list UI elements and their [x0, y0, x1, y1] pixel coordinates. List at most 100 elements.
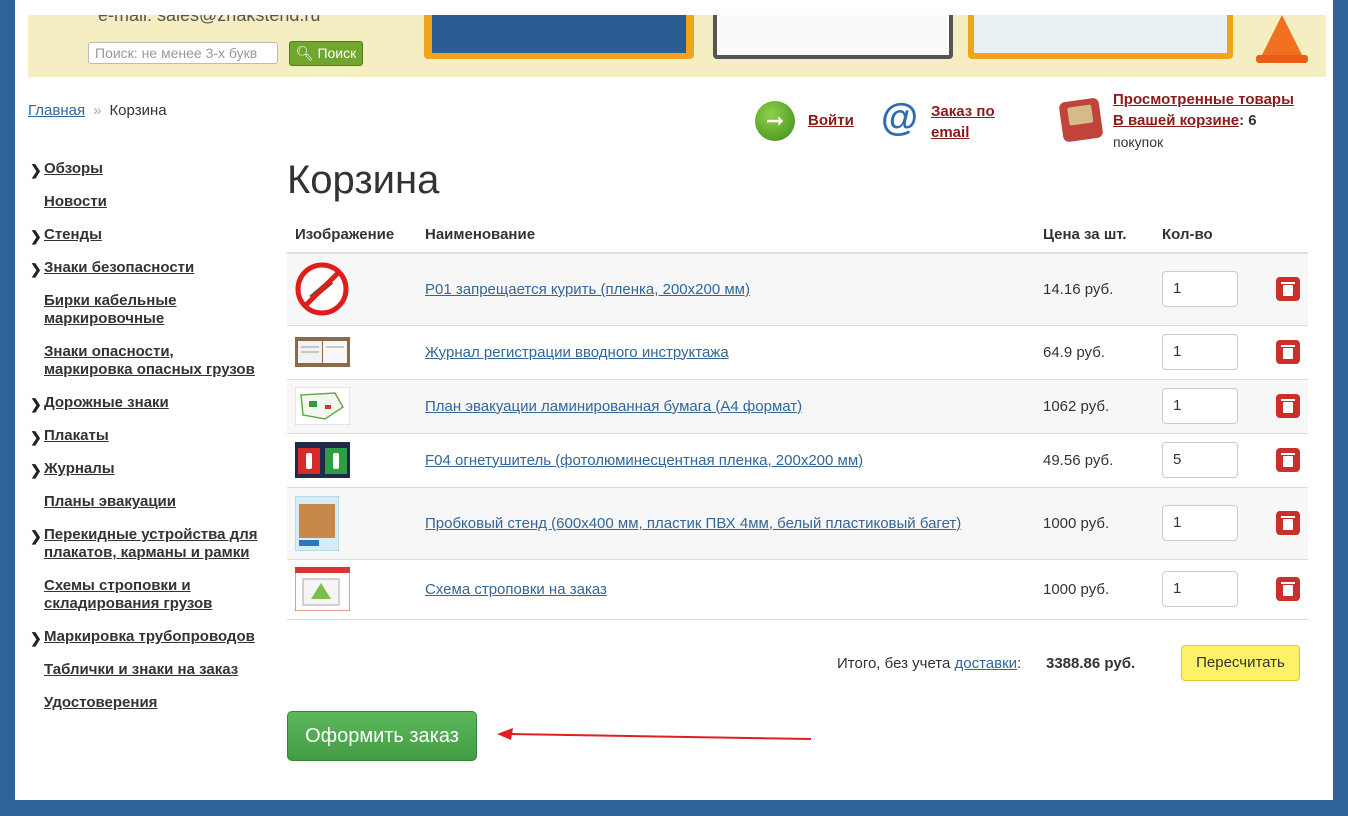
cart-purchases-label: покупок [1113, 134, 1164, 150]
chevron-right-icon: ❯ [30, 630, 42, 646]
row-thumb-cell [287, 486, 417, 559]
sidebar-item-hazard-signs[interactable]: Знаки опасности, маркировка опасных груз… [28, 343, 258, 379]
sidebar-item-news[interactable]: Новости [28, 193, 258, 211]
viewed-products-link[interactable]: Просмотренные товары [1113, 91, 1294, 108]
col-price: Цена за шт. [1035, 216, 1154, 254]
row-thumb-cell [287, 252, 417, 325]
cart-box-icon[interactable] [1058, 97, 1104, 143]
row-thumb-cell [287, 378, 417, 433]
sidebar-item-safety-signs[interactable]: ❯ Знаки безопасности [28, 259, 258, 277]
row-qty-cell: 5 [1154, 432, 1250, 487]
row-thumb-cell [287, 432, 417, 487]
sidebar-item-label[interactable]: Таблички и знаки на заказ [44, 661, 258, 679]
col-delete [1250, 216, 1308, 254]
row-name-cell: Пробковый стенд (600х400 мм, пластик ПВХ… [417, 486, 1035, 559]
product-link[interactable]: F04 огнетушитель (фотолюминесцентная пле… [425, 452, 863, 469]
product-link[interactable]: Р01 запрещается курить (пленка, 200х200 … [425, 281, 750, 298]
chevron-right-icon: ❯ [30, 462, 42, 478]
row-price: 1062 руб. [1035, 378, 1154, 433]
checkout-button[interactable]: Оформить заказ [287, 711, 477, 761]
row-qty-cell: 1 [1154, 558, 1250, 620]
trash-icon[interactable] [1276, 394, 1300, 418]
journal-thumb[interactable] [295, 337, 350, 367]
total-prefix: Итого, без учета [837, 655, 955, 672]
sidebar-item-label[interactable]: Удостоверения [44, 694, 258, 712]
sling-scheme-thumb[interactable] [295, 567, 350, 611]
row-name-cell: F04 огнетушитель (фотолюминесцентная пле… [417, 432, 1035, 487]
in-cart-link[interactable]: В вашей корзине [1113, 112, 1239, 129]
col-image: Изображение [287, 216, 417, 254]
evac-plan-thumb[interactable] [295, 387, 350, 425]
product-link[interactable]: План эвакуации ламинированная бумага (А4… [425, 398, 802, 415]
cart-table: Изображение Наименование Цена за шт. Кол… [287, 216, 1308, 620]
breadcrumb-separator: » [93, 102, 102, 119]
sidebar-item-label[interactable]: Перекидные устройства для плакатов, карм… [44, 526, 258, 562]
search-button-label: Поиск [317, 45, 357, 61]
table-header-row: Изображение Наименование Цена за шт. Кол… [287, 216, 1308, 254]
breadcrumb-home-link[interactable]: Главная [28, 102, 85, 119]
col-name: Наименование [417, 216, 1035, 254]
trash-icon[interactable] [1276, 448, 1300, 472]
sidebar-item-stands[interactable]: ❯ Стенды [28, 226, 258, 244]
sidebar-item-label[interactable]: Схемы строповки и складирования грузов [44, 577, 258, 613]
sidebar-item-label[interactable]: Знаки опасности, маркировка опасных груз… [44, 343, 258, 379]
email-order-link[interactable]: Заказ по email [931, 101, 1021, 143]
recalculate-button[interactable]: Пересчитать [1181, 645, 1300, 681]
quantity-input[interactable]: 5 [1162, 442, 1238, 478]
row-name-cell: Р01 запрещается курить (пленка, 200х200 … [417, 252, 1035, 325]
quantity-input[interactable]: 1 [1162, 271, 1238, 308]
sidebar-item-label[interactable]: Стенды [44, 226, 258, 244]
search-button[interactable]: 🔍︎ Поиск [289, 41, 363, 66]
sidebar-item-sling-schemes[interactable]: Схемы строповки и складирования грузов [28, 577, 258, 613]
trash-icon[interactable] [1276, 511, 1300, 535]
chevron-right-icon: ❯ [30, 396, 42, 412]
email-at-icon[interactable]: @ [881, 98, 918, 142]
login-icon[interactable]: ➞ [755, 101, 795, 141]
quantity-input[interactable]: 1 [1162, 388, 1238, 424]
sidebar-item-road-signs[interactable]: ❯ Дорожные знаки [28, 394, 258, 412]
no-smoking-thumb[interactable] [295, 262, 350, 317]
sidebar-item-label[interactable]: Обзоры [44, 160, 258, 178]
sidebar-item-label[interactable]: Бирки кабельные маркировочные [44, 292, 258, 328]
sidebar-item-label[interactable]: Журналы [44, 460, 258, 478]
trash-icon[interactable] [1276, 577, 1300, 601]
sidebar-item-cable-tags[interactable]: Бирки кабельные маркировочные [28, 292, 258, 328]
total-suffix: : [1017, 655, 1022, 672]
sidebar-item-label[interactable]: Планы эвакуации [44, 493, 258, 511]
row-delete-cell [1250, 432, 1308, 487]
sidebar-item-flip-devices[interactable]: ❯ Перекидные устройства для плакатов, кар… [28, 526, 258, 562]
quantity-input[interactable]: 1 [1162, 571, 1238, 607]
sidebar-item-reviews[interactable]: ❯ Обзоры [28, 160, 258, 178]
sidebar-item-custom-signs[interactable]: Таблички и знаки на заказ [28, 661, 258, 679]
trash-icon[interactable] [1276, 340, 1300, 364]
row-price: 1000 руб. [1035, 486, 1154, 559]
sidebar-item-certificates[interactable]: Удостоверения [28, 694, 258, 712]
row-thumb-cell [287, 324, 417, 379]
sidebar-item-label[interactable]: Плакаты [44, 427, 258, 445]
quantity-input[interactable]: 1 [1162, 505, 1238, 541]
login-link[interactable]: Войти [808, 112, 854, 129]
quantity-input[interactable]: 1 [1162, 334, 1238, 370]
sidebar-item-label[interactable]: Знаки безопасности [44, 259, 258, 277]
trash-icon[interactable] [1276, 277, 1300, 302]
sidebar-item-evac-plans[interactable]: Планы эвакуации [28, 493, 258, 511]
sidebar-menu: ❯ Обзоры Новости ❯ Стенды ❯ Знаки безопасно… [28, 160, 258, 727]
page: e-mail: sales@znakstend.ru Поиск: не мен… [15, 0, 1333, 800]
search-input[interactable]: Поиск: не менее 3-х букв [88, 42, 278, 64]
cork-board-thumb[interactable] [295, 495, 339, 551]
table-row: Журнал регистрации вводного инструктажа … [287, 324, 1308, 379]
sidebar-item-journals[interactable]: ❯ Журналы [28, 460, 258, 478]
traffic-cone-icon [1260, 15, 1304, 59]
sidebar-item-posters[interactable]: ❯ Плакаты [28, 427, 258, 445]
product-link[interactable]: Пробковый стенд (600х400 мм, пластик ПВХ… [425, 515, 961, 532]
sidebar-item-pipe-marking[interactable]: ❯ Маркировка трубопроводов [28, 628, 258, 646]
product-link[interactable]: Журнал регистрации вводного инструктажа [425, 344, 729, 361]
delivery-link[interactable]: доставки [955, 655, 1018, 672]
table-row: Пробковый стенд (600х400 мм, пластик ПВХ… [287, 486, 1308, 559]
sidebar-item-label[interactable]: Маркировка трубопроводов [44, 628, 258, 646]
sidebar-item-label[interactable]: Новости [44, 193, 258, 211]
product-link[interactable]: Схема строповки на заказ [425, 581, 607, 598]
row-name-cell: Схема строповки на заказ [417, 558, 1035, 620]
extinguisher-thumb[interactable] [295, 442, 350, 478]
sidebar-item-label[interactable]: Дорожные знаки [44, 394, 258, 412]
